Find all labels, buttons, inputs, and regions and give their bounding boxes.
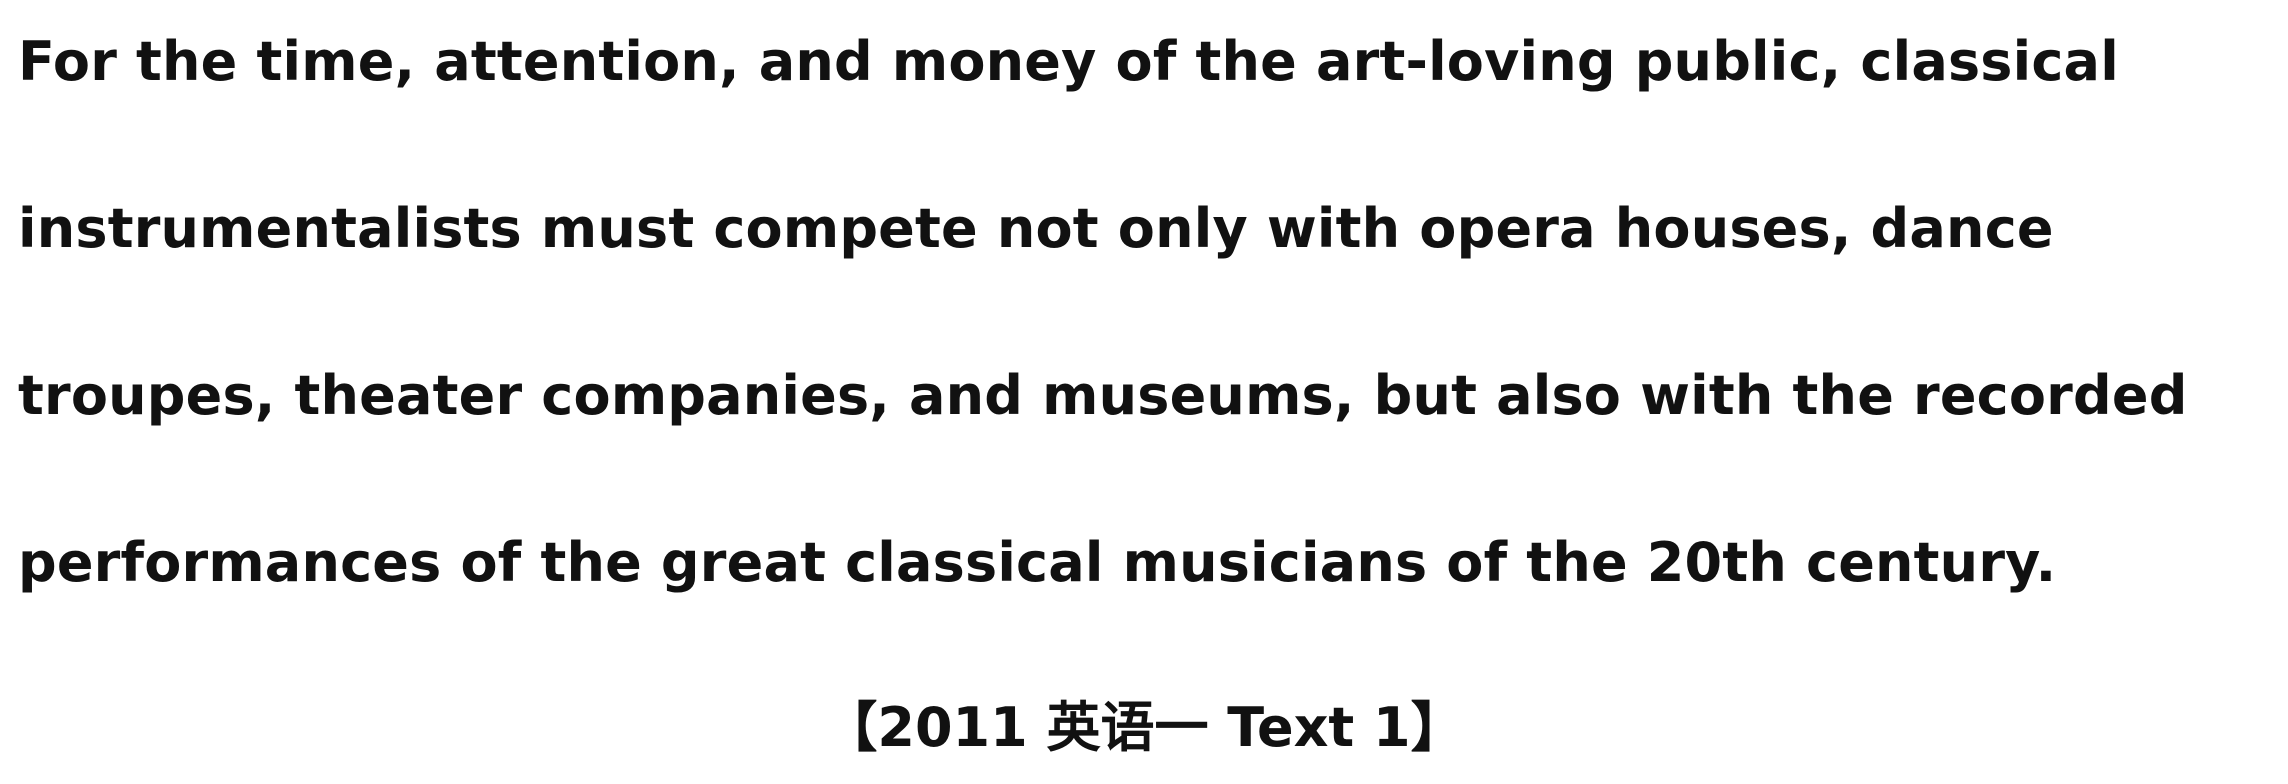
document-page: For the time, attention, and money of th… [0, 0, 2288, 784]
passage-text: For the time, attention, and money of th… [18, 18, 2278, 686]
passage-line-3: troupes, theater companies, and museums,… [18, 364, 2188, 427]
passage-line-4: performances of the great classical musi… [18, 531, 2057, 594]
source-citation: 【2011 英语一 Text 1】 [823, 696, 1465, 759]
passage-line-1: For the time, attention, and money of th… [18, 30, 2119, 93]
passage-line-2: instrumentalists must compete not only w… [18, 197, 2054, 260]
